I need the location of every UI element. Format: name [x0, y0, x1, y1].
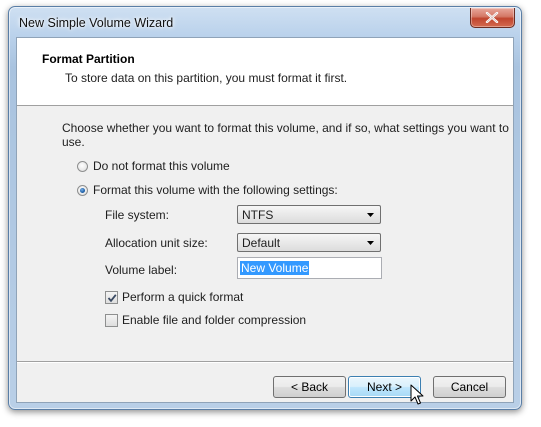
- file-system-value: NTFS: [242, 208, 274, 222]
- quick-format-checkbox[interactable]: [105, 290, 118, 304]
- compression-checkbox[interactable]: [105, 313, 118, 327]
- window-title: New Simple Volume Wizard: [19, 16, 174, 30]
- radio-button-selected[interactable]: [77, 184, 88, 196]
- compression-checkbox-row[interactable]: Enable file and folder compression: [105, 313, 306, 327]
- wizard-header: Format Partition To store data on this p…: [17, 38, 513, 106]
- page-title: Format Partition: [42, 52, 135, 66]
- quick-format-checkbox-row[interactable]: Perform a quick format: [105, 290, 243, 304]
- radio-do-not-format[interactable]: Do not format this volume: [77, 159, 230, 173]
- close-button[interactable]: [470, 8, 515, 28]
- chevron-down-icon: [367, 241, 374, 245]
- cancel-button[interactable]: Cancel: [433, 376, 506, 398]
- instruction-text: Choose whether you want to format this v…: [62, 121, 509, 149]
- footer-divider: [17, 361, 513, 363]
- volume-label-input[interactable]: New Volume: [237, 257, 382, 279]
- quick-format-label: Perform a quick format: [122, 290, 244, 304]
- page-subtitle: To store data on this partition, you mus…: [65, 71, 348, 85]
- radio-format-volume[interactable]: Format this volume with the following se…: [77, 183, 338, 197]
- radio-button[interactable]: [77, 160, 88, 172]
- radio-label: Do not format this volume: [93, 159, 230, 173]
- volume-label-label: Volume label:: [105, 263, 178, 277]
- allocation-unit-value: Default: [242, 236, 281, 250]
- compression-label: Enable file and folder compression: [122, 313, 307, 327]
- title-bar[interactable]: New Simple Volume Wizard: [9, 7, 521, 37]
- file-system-dropdown[interactable]: NTFS: [237, 205, 381, 224]
- radio-label: Format this volume with the following se…: [93, 183, 338, 197]
- allocation-unit-dropdown[interactable]: Default: [237, 233, 381, 252]
- file-system-label: File system:: [105, 208, 170, 222]
- wizard-window: New Simple Volume Wizard Format Partitio…: [8, 6, 522, 410]
- checkmark-icon: [107, 293, 117, 302]
- close-icon: [485, 12, 499, 23]
- chevron-down-icon: [367, 213, 374, 217]
- back-button[interactable]: < Back: [273, 376, 346, 398]
- volume-label-value: New Volume: [240, 261, 310, 275]
- allocation-unit-label: Allocation unit size:: [105, 236, 208, 250]
- wizard-content: Format Partition To store data on this p…: [16, 37, 514, 403]
- mouse-pointer-icon: [410, 384, 424, 405]
